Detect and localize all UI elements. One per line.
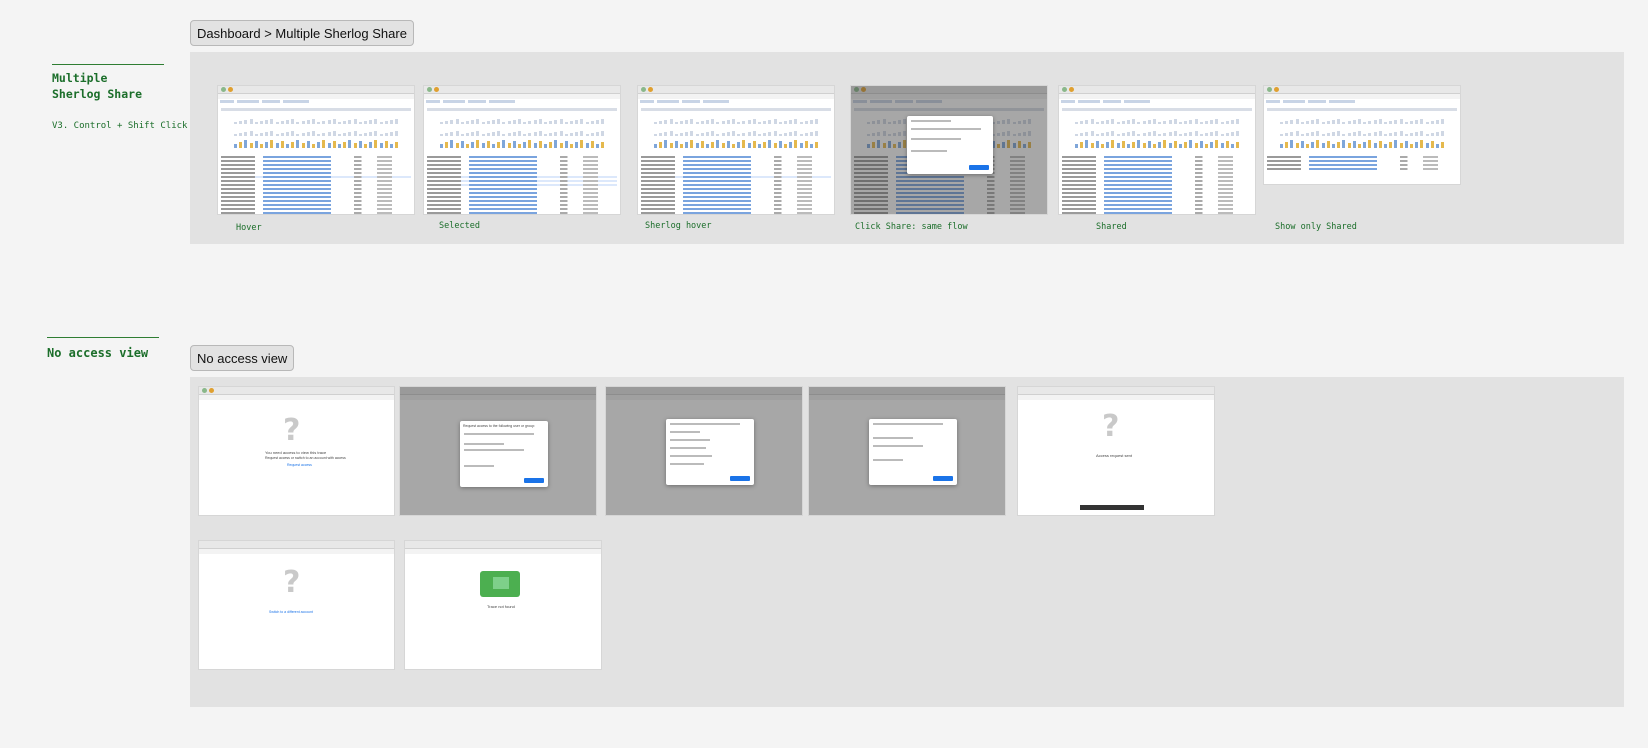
caption-1: Selected <box>439 221 480 231</box>
screen-request-sent[interactable]: ? Access request sent <box>1017 386 1215 516</box>
no-access-sub: Request access or switch to an account w… <box>265 456 346 460</box>
screen-user-picker[interactable] <box>605 386 803 516</box>
screen-show-only-shared[interactable] <box>1263 85 1461 185</box>
caption-3: Click Share: same flow <box>855 222 968 232</box>
section-subtitle-multi: V3. Control + Shift Click <box>52 121 188 131</box>
question-icon: ? <box>283 565 301 600</box>
screen-not-found[interactable]: Trace not found <box>404 540 602 670</box>
dialog-title: Request access to the following user or … <box>463 424 535 428</box>
screen-selected[interactable] <box>423 85 621 215</box>
screen-request-dialog[interactable]: Request access to the following user or … <box>399 386 597 516</box>
caption-0: Hover <box>236 223 262 233</box>
question-icon: ? <box>283 413 301 448</box>
caption-5: Show only Shared <box>1275 222 1357 232</box>
no-access-message: You need access to view this trace <box>265 450 327 455</box>
caption-4: Shared <box>1096 222 1127 232</box>
section-title-noaccess: No access view <box>47 346 149 360</box>
request-sent-title: Access request sent <box>1096 453 1133 458</box>
switch-account-link[interactable]: Switch to a different account <box>269 610 313 614</box>
caption-2: Sherlog hover <box>645 221 712 231</box>
screen-shared[interactable] <box>1058 85 1256 215</box>
question-icon: ? <box>1102 409 1120 444</box>
screen-click-share[interactable] <box>850 85 1048 215</box>
screen-role-select[interactable] <box>808 386 1006 516</box>
screen-hover[interactable] <box>217 85 415 215</box>
section-divider <box>52 64 164 65</box>
screen-no-access[interactable]: ? You need access to view this trace Req… <box>198 386 395 516</box>
screen-sherlog-hover[interactable] <box>637 85 835 215</box>
frame-label-dashboard[interactable]: Dashboard > Multiple Sherlog Share <box>190 20 414 46</box>
section-divider <box>47 337 159 338</box>
request-button[interactable] <box>524 478 544 483</box>
screen-no-access-switch[interactable]: ? Switch to a different account <box>198 540 395 670</box>
not-found-title: Trace not found <box>487 604 515 609</box>
snackbar <box>1080 505 1144 510</box>
frame-label-noaccess[interactable]: No access view <box>190 345 295 371</box>
section-title-multi: Multiple Sherlog Share <box>52 71 143 101</box>
request-access-link[interactable]: Request access <box>287 463 312 467</box>
